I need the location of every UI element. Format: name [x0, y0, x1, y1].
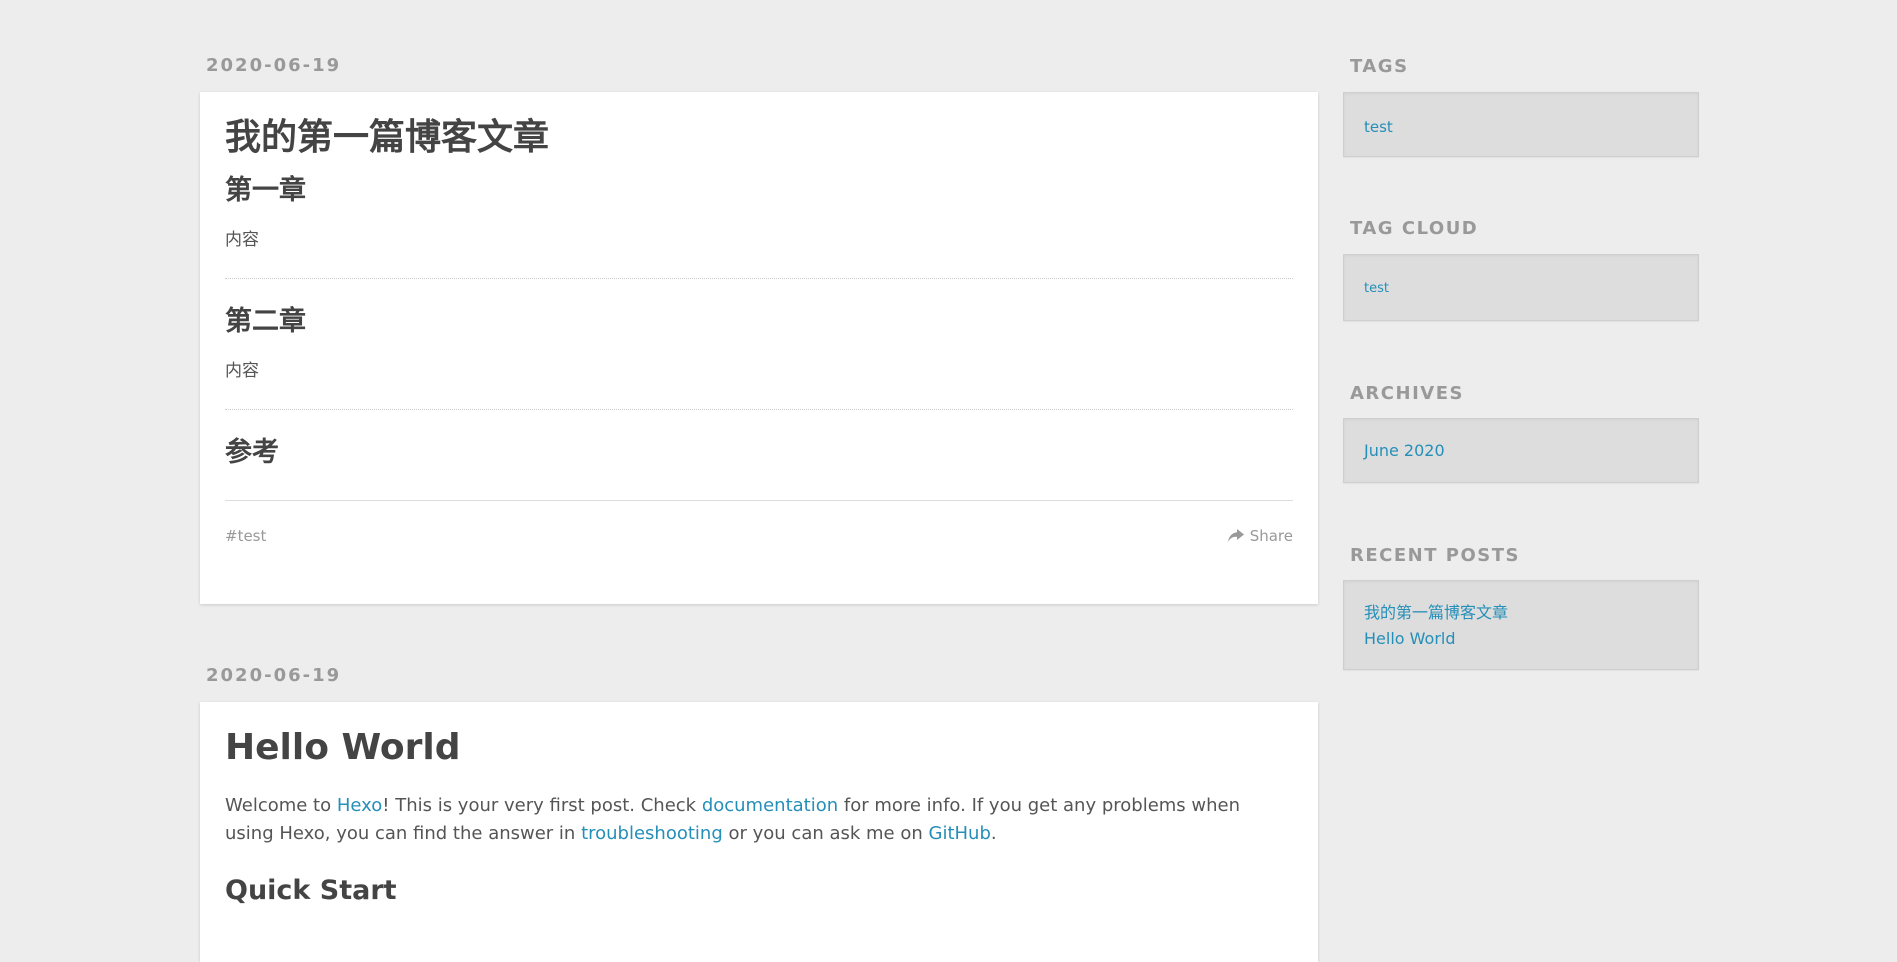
post-card: 我的第一篇博客文章 第一章 内容 第二章 内容 参考 #test Share [200, 92, 1318, 604]
intro-text: or you can ask me on [722, 823, 929, 844]
share-arrow-icon [1227, 529, 1244, 543]
share-label: Share [1249, 527, 1293, 545]
share-button[interactable]: Share [1227, 527, 1293, 545]
section-body: 内容 [225, 361, 259, 381]
post-card: Hello World Welcome to Hexo! This is you… [200, 702, 1318, 962]
widget-title-tag-cloud: TAG CLOUD [1350, 218, 1479, 239]
post-title[interactable]: Hello World [225, 702, 1293, 770]
recent-posts-widget: 我的第一篇博客文章 Hello World [1343, 580, 1699, 670]
intro-text: ! This is your very first post. Check [382, 795, 702, 816]
page-layout: 2020-06-19 我的第一篇博客文章 第一章 内容 第二章 内容 参考 #t… [200, 0, 1700, 962]
post-date: 2020-06-19 [206, 665, 342, 686]
intro-text: . [990, 823, 997, 844]
troubleshooting-link[interactable]: troubleshooting [581, 823, 723, 844]
section-divider [225, 409, 1293, 410]
tag-cloud-widget: test [1343, 254, 1699, 321]
widget-title-tags: TAGS [1350, 56, 1409, 77]
github-link[interactable]: GitHub [929, 823, 991, 844]
post-footer: #test Share [225, 501, 1293, 571]
post-title[interactable]: 我的第一篇博客文章 [225, 92, 1293, 160]
archive-link[interactable]: June 2020 [1364, 438, 1678, 464]
section-divider [225, 278, 1293, 279]
tags-widget: test [1343, 92, 1699, 157]
intro-text: Welcome to [225, 795, 337, 816]
post-date: 2020-06-19 [206, 55, 342, 76]
section-heading: 第二章 [225, 306, 306, 337]
section-heading: Quick Start [225, 875, 397, 906]
archives-widget: June 2020 [1343, 418, 1699, 483]
widget-title-archives: ARCHIVES [1350, 383, 1464, 404]
widget-title-recent-posts: RECENT POSTS [1350, 545, 1520, 566]
post-intro: Welcome to Hexo! This is your very first… [225, 792, 1293, 848]
post-tag-link[interactable]: #test [225, 527, 266, 545]
tag-link[interactable]: test [1364, 114, 1678, 140]
section-heading: 参考 [225, 437, 279, 468]
section-body: 内容 [225, 230, 259, 250]
documentation-link[interactable]: documentation [702, 795, 838, 816]
tag-cloud-link[interactable]: test [1364, 276, 1678, 302]
recent-post-link[interactable]: Hello World [1364, 626, 1678, 652]
recent-post-link[interactable]: 我的第一篇博客文章 [1364, 600, 1678, 626]
section-heading: 第一章 [225, 175, 306, 206]
hexo-link[interactable]: Hexo [337, 795, 382, 816]
